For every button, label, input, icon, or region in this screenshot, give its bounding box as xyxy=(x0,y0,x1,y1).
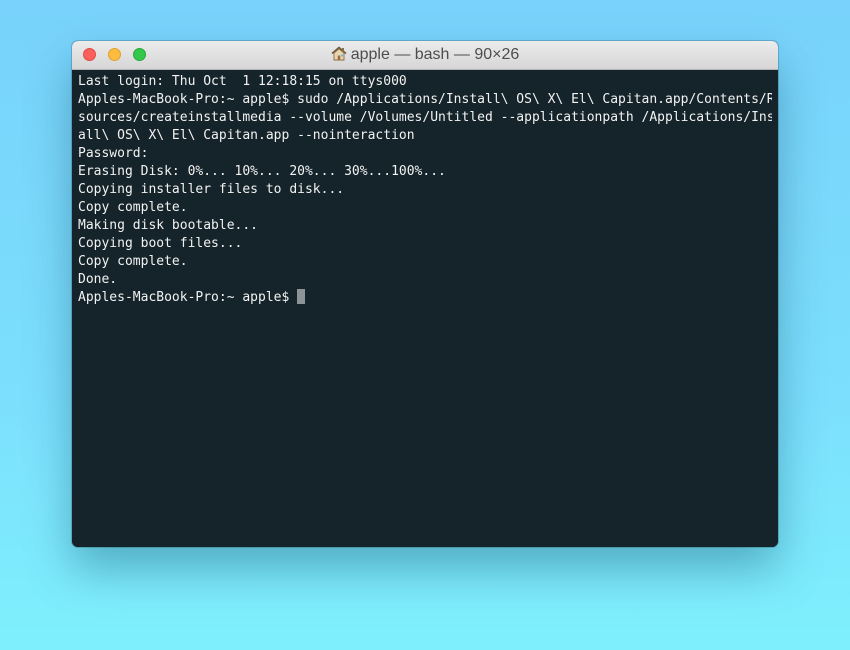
terminal-line: all\ OS\ X\ El\ Capitan.app --nointeract… xyxy=(78,128,415,143)
terminal-line: Making disk bootable... xyxy=(78,218,259,233)
terminal-content[interactable]: Last login: Thu Oct 1 12:18:15 on ttys00… xyxy=(72,70,778,547)
terminal-line: Password: xyxy=(78,146,149,161)
window-title: apple — bash — 90×26 xyxy=(72,41,778,69)
terminal-line: Copy complete. xyxy=(78,200,188,215)
title-bar[interactable]: apple — bash — 90×26 xyxy=(72,41,778,70)
shell-prompt: Apples-MacBook-Pro:~ apple$ xyxy=(78,290,298,305)
terminal-line: Copying boot files... xyxy=(78,236,243,251)
terminal-window: apple — bash — 90×26 Last login: Thu Oct… xyxy=(72,41,778,547)
terminal-line: Last login: Thu Oct 1 12:18:15 on ttys00… xyxy=(78,74,407,89)
home-icon xyxy=(331,43,347,71)
terminal-line: Done. xyxy=(78,272,118,287)
text-cursor xyxy=(297,289,306,304)
terminal-prompt-line[interactable]: Apples-MacBook-Pro:~ apple$ xyxy=(78,289,772,307)
terminal-line: Copy complete. xyxy=(78,254,188,269)
window-title-text: apple — bash — 90×26 xyxy=(350,46,520,63)
terminal-line: Copying installer files to disk... xyxy=(78,182,345,197)
terminal-line: sources/createinstallmedia --volume /Vol… xyxy=(78,110,772,125)
terminal-line: Apples-MacBook-Pro:~ apple$ sudo /Applic… xyxy=(78,92,772,107)
terminal-line: Erasing Disk: 0%... 10%... 20%... 30%...… xyxy=(78,164,446,179)
